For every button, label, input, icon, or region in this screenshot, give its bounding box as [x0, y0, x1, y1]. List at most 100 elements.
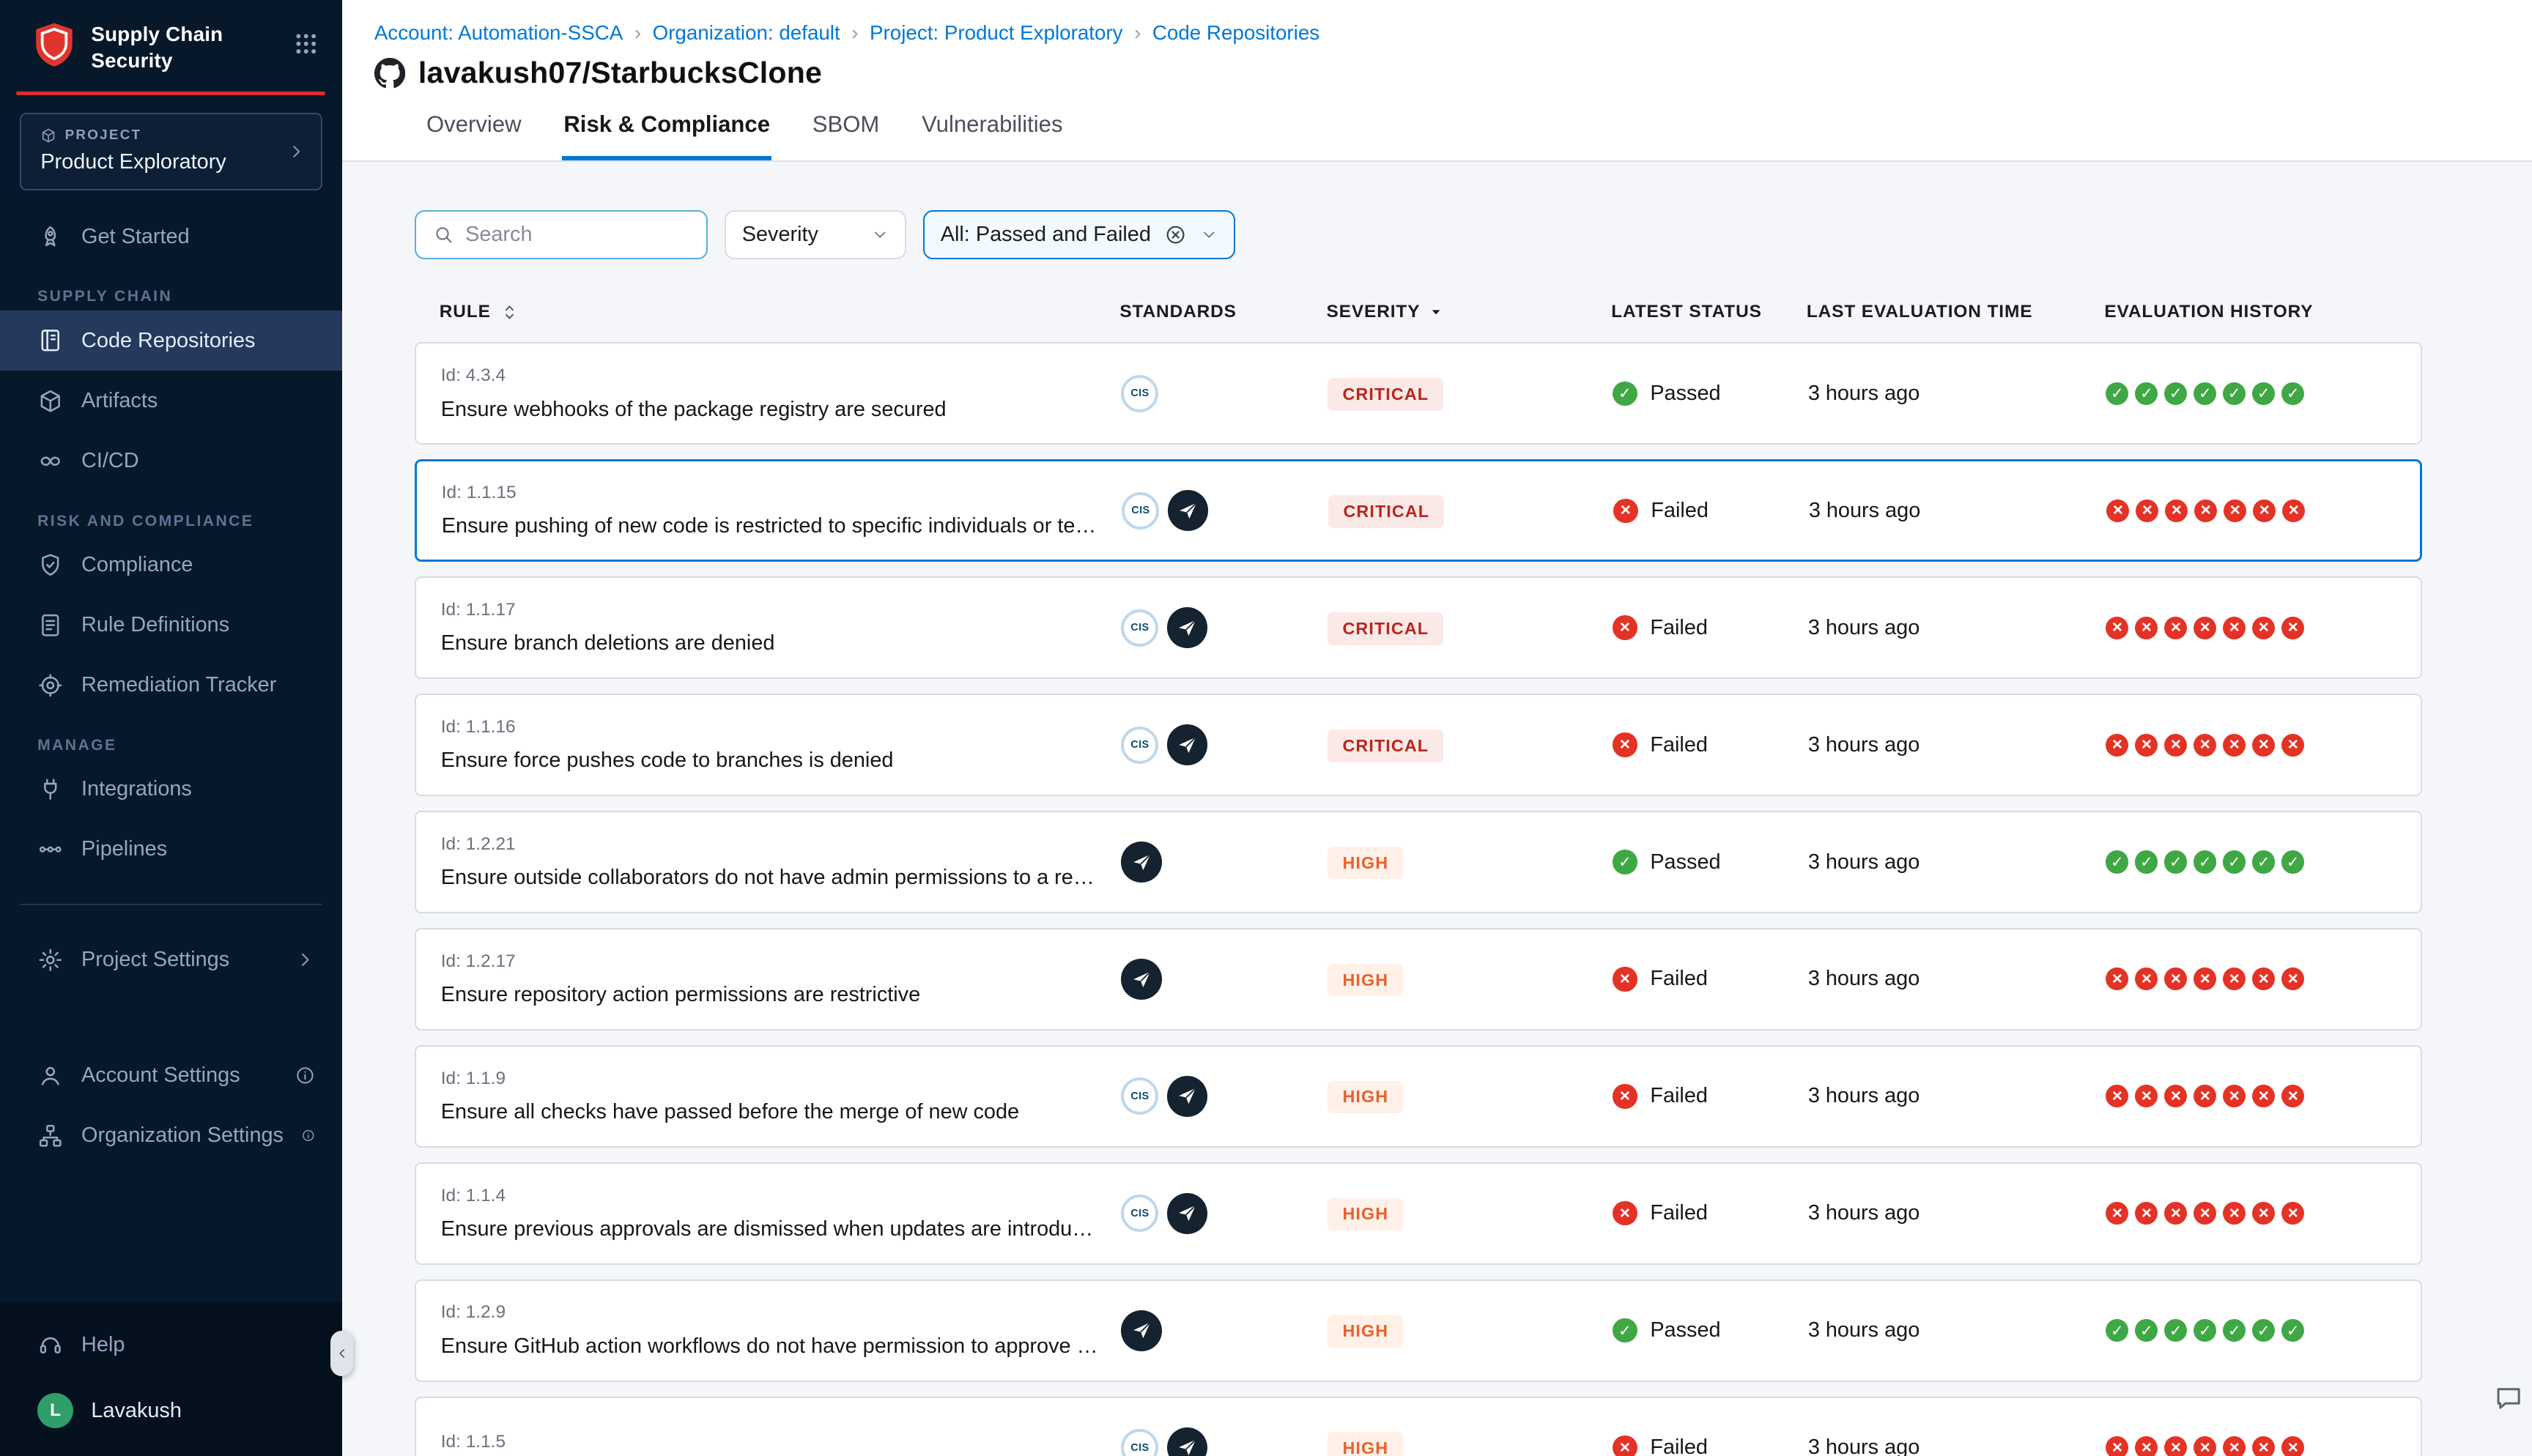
evaluation-time: 3 hours ago: [1808, 1201, 2106, 1225]
rule-id: Id: 1.1.15: [442, 483, 1122, 503]
rule-id: Id: 1.1.16: [441, 717, 1122, 738]
severity-filter-dropdown[interactable]: Severity: [725, 210, 907, 259]
evaluation-history-icon: [2135, 734, 2158, 757]
project-selector[interactable]: PROJECT Product Exploratory: [20, 113, 322, 190]
rule-row[interactable]: Id: 1.1.17 Ensure branch deletions are d…: [415, 576, 2421, 679]
tab[interactable]: Vulnerabilities: [920, 111, 1065, 160]
evaluation-history: [2106, 1436, 2420, 1456]
sidebar-item[interactable]: Remediation Tracker: [0, 655, 342, 716]
standard-badge: [1121, 842, 1162, 883]
sidebar-item[interactable]: CI/CD: [0, 431, 342, 491]
sort-icon[interactable]: [499, 302, 520, 323]
sidebar-section: RISK AND COMPLIANCE Compliance: [0, 513, 342, 716]
rule-cell: Id: 1.2.17 Ensure repository action perm…: [416, 951, 1121, 1008]
app-root: Supply Chain Security PROJECT Product Ex…: [0, 0, 2532, 1456]
evaluation-history-icon: [2106, 967, 2128, 990]
evaluation-history-icon: [2252, 850, 2275, 873]
nav-item-icon: [37, 1123, 64, 1149]
breadcrumb: Account: Automation-SSCA Organization: d…: [374, 21, 2532, 45]
user-menu[interactable]: L Lavakush: [0, 1375, 342, 1446]
chat-help-icon[interactable]: [2493, 1383, 2524, 1414]
rule-row[interactable]: Id: 4.3.4 Ensure webhooks of the package…: [415, 342, 2421, 445]
evaluation-history-icon: [2281, 382, 2304, 405]
standards-cell: [1121, 1310, 1328, 1351]
search-input[interactable]: [465, 223, 690, 247]
evaluation-history-icon: [2106, 617, 2128, 639]
tab[interactable]: Risk & Compliance: [562, 111, 771, 160]
sidebar-item[interactable]: Compliance: [0, 535, 342, 595]
nav-item-label: Code Repositories: [81, 329, 255, 353]
status-filter-dropdown[interactable]: All: Passed and Failed: [923, 210, 1236, 259]
sort-desc-icon: [1428, 304, 1444, 320]
evaluation-history-icon: [2136, 499, 2158, 522]
rule-row[interactable]: Id: 1.2.9 Ensure GitHub action workflows…: [415, 1279, 2421, 1382]
tab[interactable]: SBOM: [811, 111, 881, 160]
nav-item-icon: [37, 327, 64, 354]
sidebar-item[interactable]: Organization Settings: [0, 1105, 342, 1165]
standard-badge: CIS: [1121, 1429, 1158, 1456]
sidebar-section-label: RISK AND COMPLIANCE: [37, 513, 341, 530]
nav-item-icon: [37, 1063, 64, 1089]
status-label: Failed: [1650, 733, 1708, 757]
sidebar-item[interactable]: Artifacts: [0, 371, 342, 431]
app-switcher-grid-icon[interactable]: [293, 31, 319, 57]
sidebar-item[interactable]: Get Started: [0, 207, 342, 267]
help-button[interactable]: Help: [0, 1315, 342, 1375]
evaluation-history-icon: [2194, 1202, 2216, 1225]
rule-row[interactable]: Id: 1.1.16 Ensure force pushes code to b…: [415, 694, 2421, 796]
rule-cell: Id: 1.2.21 Ensure outside collaborators …: [416, 834, 1121, 891]
breadcrumb-link[interactable]: Organization: default: [653, 21, 840, 45]
rule-row[interactable]: Id: 1.1.9 Ensure all checks have passed …: [415, 1045, 2421, 1148]
info-icon[interactable]: [295, 1065, 316, 1086]
chevron-left-icon: [335, 1346, 349, 1361]
severity-cell: CRITICAL: [1328, 611, 1613, 645]
breadcrumb-link[interactable]: Code Repositories: [1152, 21, 1319, 45]
standards-cell: [1121, 959, 1328, 1000]
sidebar-item[interactable]: Rule Definitions: [0, 595, 342, 655]
severity-badge: HIGH: [1328, 1315, 1403, 1348]
plane-icon: [1177, 1437, 1198, 1456]
status-icon: [1613, 382, 1637, 406]
rule-row[interactable]: Id: 1.1.4 Ensure previous approvals are …: [415, 1162, 2421, 1265]
rule-id: Id: 1.1.17: [441, 600, 1122, 620]
standards-cell: CIS: [1121, 607, 1328, 648]
plane-icon: [1131, 852, 1152, 873]
breadcrumb-separator: [851, 21, 858, 45]
evaluation-history: [2106, 382, 2420, 405]
evaluation-history-icon: [2106, 1319, 2128, 1342]
breadcrumb-link[interactable]: Project: Product Exploratory: [870, 21, 1122, 45]
severity-badge: HIGH: [1328, 1081, 1403, 1114]
sidebar-item[interactable]: Project Settings: [0, 930, 342, 990]
evaluation-history-icon: [2281, 1085, 2304, 1107]
sidebar-section: SUPPLY CHAIN Code Repositories: [0, 288, 342, 491]
severity-badge: HIGH: [1328, 964, 1403, 997]
evaluation-history-icon: [2194, 850, 2216, 873]
standard-badge: [1167, 724, 1208, 765]
plane-icon: [1131, 1320, 1152, 1341]
column-header-severity[interactable]: SEVERITY: [1326, 302, 1611, 322]
sidebar-item[interactable]: Code Repositories: [0, 311, 342, 371]
clear-filter-icon[interactable]: [1164, 223, 1187, 246]
sidebar-item[interactable]: Integrations: [0, 759, 342, 819]
evaluation-time: 3 hours ago: [1809, 499, 2107, 523]
evaluation-history-icon: [2135, 1436, 2158, 1456]
nav-item-label: Pipelines: [81, 837, 167, 861]
sidebar-item[interactable]: Account Settings: [0, 1045, 342, 1105]
rule-row[interactable]: Id: 1.2.21 Ensure outside collaborators …: [415, 811, 2421, 913]
sidebar-collapse-handle[interactable]: [330, 1331, 353, 1376]
nav-item-icon: [37, 612, 64, 639]
sidebar-item[interactable]: Pipelines: [0, 819, 342, 879]
rule-row[interactable]: Id: 1.2.17 Ensure repository action perm…: [415, 928, 2421, 1030]
status-icon: [1613, 1201, 1637, 1225]
tab[interactable]: Overview: [425, 111, 523, 160]
evaluation-history-icon: [2252, 1319, 2275, 1342]
evaluation-history-icon: [2281, 1202, 2304, 1225]
rule-cell: Id: 1.1.15 Ensure pushing of new code is…: [417, 483, 1122, 539]
rule-id: Id: 1.2.21: [441, 834, 1122, 855]
rule-row[interactable]: Id: 1.1.5 CIS: [415, 1397, 2421, 1456]
info-icon[interactable]: [301, 1125, 316, 1146]
breadcrumb-link[interactable]: Account: Automation-SSCA: [374, 21, 623, 45]
rule-row[interactable]: Id: 1.1.15 Ensure pushing of new code is…: [415, 459, 2421, 562]
evaluation-time: 3 hours ago: [1808, 1318, 2106, 1342]
status-label: Failed: [1650, 967, 1708, 991]
